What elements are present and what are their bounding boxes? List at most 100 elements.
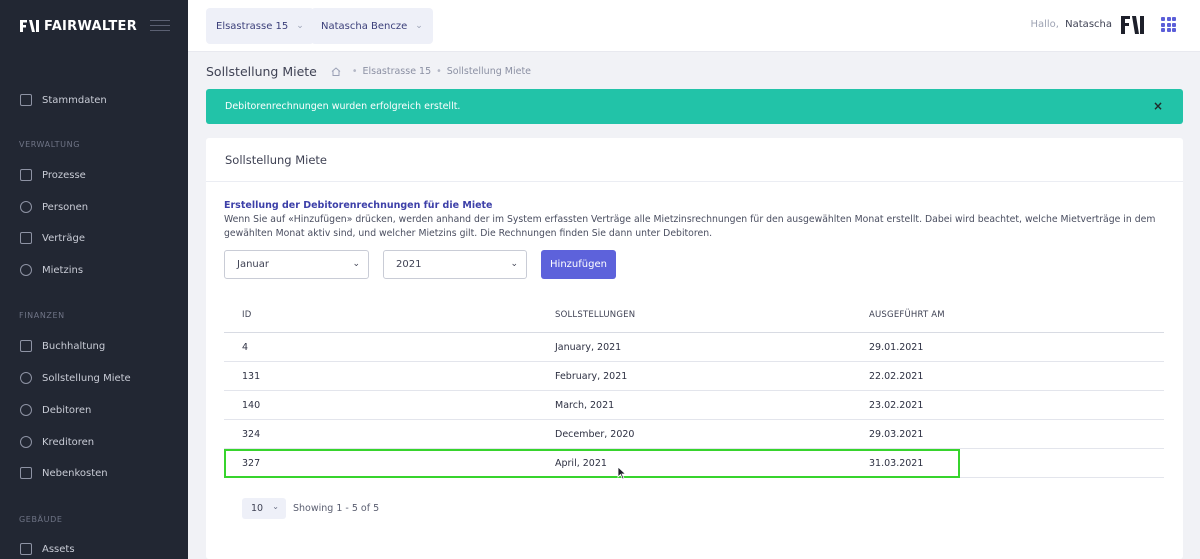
cell-sollstellung: February, 2021 bbox=[555, 371, 628, 382]
subheader: Sollstellung Miete • Elsastrasse 15 • So… bbox=[206, 64, 531, 79]
user-select[interactable]: Natascha Bencze ⌄ bbox=[311, 8, 433, 44]
pagination-info: Showing 1 - 5 of 5 bbox=[293, 503, 380, 514]
people-icon bbox=[20, 201, 32, 213]
info-title: Erstellung der Debitorenrechnungen für d… bbox=[224, 200, 493, 211]
sidebar-item-label: Buchhaltung bbox=[42, 340, 106, 352]
chevron-down-icon: ⌄ bbox=[415, 21, 423, 31]
property-select-label: Elsastrasse 15 bbox=[216, 20, 289, 32]
breadcrumb-separator: • bbox=[351, 66, 358, 77]
sidebar-item-stammdaten[interactable]: Stammdaten bbox=[20, 94, 107, 106]
chevron-down-icon: ⌄ bbox=[510, 259, 518, 269]
user-select-label: Natascha Bencze bbox=[321, 20, 408, 32]
sidebar-item-prozesse[interactable]: Prozesse bbox=[20, 169, 86, 181]
chevron-down-icon: ⌄ bbox=[352, 259, 360, 269]
cell-id: 131 bbox=[242, 371, 261, 382]
database-icon bbox=[20, 94, 32, 106]
breadcrumb-item-current[interactable]: Sollstellung Miete bbox=[447, 66, 531, 77]
table-row[interactable]: 324 December, 2020 29.03.2021 bbox=[224, 420, 1164, 449]
sidebar-item-nebenkosten[interactable]: Nebenkosten bbox=[20, 467, 108, 479]
sidebar-item-label: Debitoren bbox=[42, 404, 92, 416]
process-icon bbox=[20, 169, 32, 181]
sidebar-item-assets[interactable]: Assets bbox=[20, 543, 75, 555]
sollstellung-table: ID SOLLSTELLUNGEN AUSGEFÜHRT AM 4 Januar… bbox=[224, 298, 1164, 478]
coin-stack-icon bbox=[20, 404, 32, 416]
breadcrumb-separator: • bbox=[436, 66, 442, 77]
cell-sollstellung: January, 2021 bbox=[555, 342, 622, 353]
page-size-select[interactable]: 10 ⌄ bbox=[242, 498, 286, 519]
breadcrumb-item-property[interactable]: Elsastrasse 15 bbox=[362, 66, 431, 77]
sidebar-section-title: FINANZEN bbox=[19, 311, 65, 320]
brand-logo[interactable]: FAIRWALTER bbox=[20, 18, 137, 34]
table-row[interactable]: 131 February, 2021 22.02.2021 bbox=[224, 362, 1164, 391]
sidebar-item-label: Sollstellung Miete bbox=[42, 372, 131, 384]
cell-date: 29.03.2021 bbox=[869, 429, 924, 440]
flame-icon bbox=[20, 467, 32, 479]
card-title: Sollstellung Miete bbox=[206, 138, 1183, 182]
sidebar-item-vertraege[interactable]: Verträge bbox=[20, 232, 85, 244]
table-row[interactable]: 140 March, 2021 23.02.2021 bbox=[224, 391, 1164, 420]
table-row[interactable]: 4 January, 2021 29.01.2021 bbox=[224, 333, 1164, 362]
sidebar-item-label: Mietzins bbox=[42, 264, 84, 276]
cell-date: 22.02.2021 bbox=[869, 371, 924, 382]
cell-date: 29.01.2021 bbox=[869, 342, 924, 353]
cell-id: 327 bbox=[242, 458, 261, 469]
sidebar-toggle-icon[interactable] bbox=[150, 20, 170, 35]
greeting-name: Natascha bbox=[1065, 19, 1112, 30]
coin-icon bbox=[20, 264, 32, 276]
sidebar-item-mietzins[interactable]: Mietzins bbox=[20, 264, 83, 276]
sidebar-item-label: Assets bbox=[42, 543, 75, 555]
close-icon[interactable]: × bbox=[1153, 99, 1163, 113]
greeting-prefix: Hallo, bbox=[1030, 19, 1059, 30]
add-button[interactable]: Hinzufügen bbox=[541, 250, 616, 279]
cell-sollstellung: March, 2021 bbox=[555, 400, 615, 411]
year-select[interactable]: 2021 ⌄ bbox=[383, 250, 527, 279]
user-greeting[interactable]: Hallo, Natascha bbox=[1030, 19, 1112, 30]
column-header-sollstellungen[interactable]: SOLLSTELLUNGEN bbox=[555, 310, 635, 320]
ledger-icon bbox=[20, 340, 32, 352]
info-text: Wenn Sie auf «Hinzufügen» drücken, werde… bbox=[224, 214, 1156, 239]
breadcrumb: • Elsastrasse 15 • Sollstellung Miete bbox=[331, 66, 531, 77]
sidebar-item-kreditoren[interactable]: Kreditoren bbox=[20, 436, 94, 448]
sollstellung-card: Sollstellung Miete Erstellung der Debito… bbox=[206, 138, 1183, 559]
column-header-id[interactable]: ID bbox=[242, 310, 251, 320]
sidebar-item-personen[interactable]: Personen bbox=[20, 201, 88, 213]
home-icon[interactable] bbox=[331, 67, 341, 76]
column-header-ausgefuehrt[interactable]: AUSGEFÜHRT AM bbox=[869, 310, 945, 320]
logo-row: FAIRWALTER bbox=[0, 0, 188, 52]
table-header: ID SOLLSTELLUNGEN AUSGEFÜHRT AM bbox=[224, 298, 1164, 333]
chevron-down-icon: ⌄ bbox=[272, 502, 279, 511]
cell-sollstellung: April, 2021 bbox=[555, 458, 607, 469]
success-alert: Debitorenrechnungen wurden erfolgreich e… bbox=[206, 89, 1183, 124]
sidebar-item-label: Nebenkosten bbox=[42, 467, 108, 479]
sidebar-item-buchhaltung[interactable]: Buchhaltung bbox=[20, 340, 105, 352]
sidebar-item-debitoren[interactable]: Debitoren bbox=[20, 404, 91, 416]
chevron-down-icon: ⌄ bbox=[296, 21, 304, 31]
month-select-value: Januar bbox=[237, 259, 269, 270]
alert-message: Debitorenrechnungen wurden erfolgreich e… bbox=[225, 101, 461, 112]
cell-date: 31.03.2021 bbox=[869, 458, 924, 469]
cell-date: 23.02.2021 bbox=[869, 400, 924, 411]
property-select[interactable]: Elsastrasse 15 ⌄ bbox=[206, 8, 314, 44]
month-select[interactable]: Januar ⌄ bbox=[224, 250, 369, 279]
page-title: Sollstellung Miete bbox=[206, 64, 317, 79]
sidebar-item-sollstellung-miete[interactable]: Sollstellung Miete bbox=[20, 372, 131, 384]
contract-icon bbox=[20, 232, 32, 244]
table-row[interactable]: 327 April, 2021 31.03.2021 bbox=[224, 449, 1164, 478]
topbar: Elsastrasse 15 ⌄ Natascha Bencze ⌄ Hallo… bbox=[188, 0, 1200, 52]
user-avatar-logo-icon[interactable] bbox=[1121, 15, 1145, 35]
sidebar-item-label: Kreditoren bbox=[42, 436, 95, 448]
year-select-value: 2021 bbox=[396, 259, 422, 270]
sidebar-section-title: VERWALTUNG bbox=[19, 140, 80, 149]
cell-id: 324 bbox=[242, 429, 261, 440]
brand-name: FAIRWALTER bbox=[44, 18, 138, 34]
coin-stack-icon bbox=[20, 436, 32, 448]
apps-grid-icon[interactable] bbox=[1161, 17, 1176, 32]
sidebar-item-label: Personen bbox=[42, 201, 89, 213]
cell-id: 4 bbox=[242, 342, 249, 353]
coins-icon bbox=[20, 372, 32, 384]
brand-logo-icon bbox=[20, 20, 39, 32]
cell-sollstellung: December, 2020 bbox=[555, 429, 635, 440]
mouse-cursor-icon bbox=[617, 466, 627, 480]
cell-id: 140 bbox=[242, 400, 261, 411]
sidebar-section-title: GEBÄUDE bbox=[19, 515, 63, 524]
